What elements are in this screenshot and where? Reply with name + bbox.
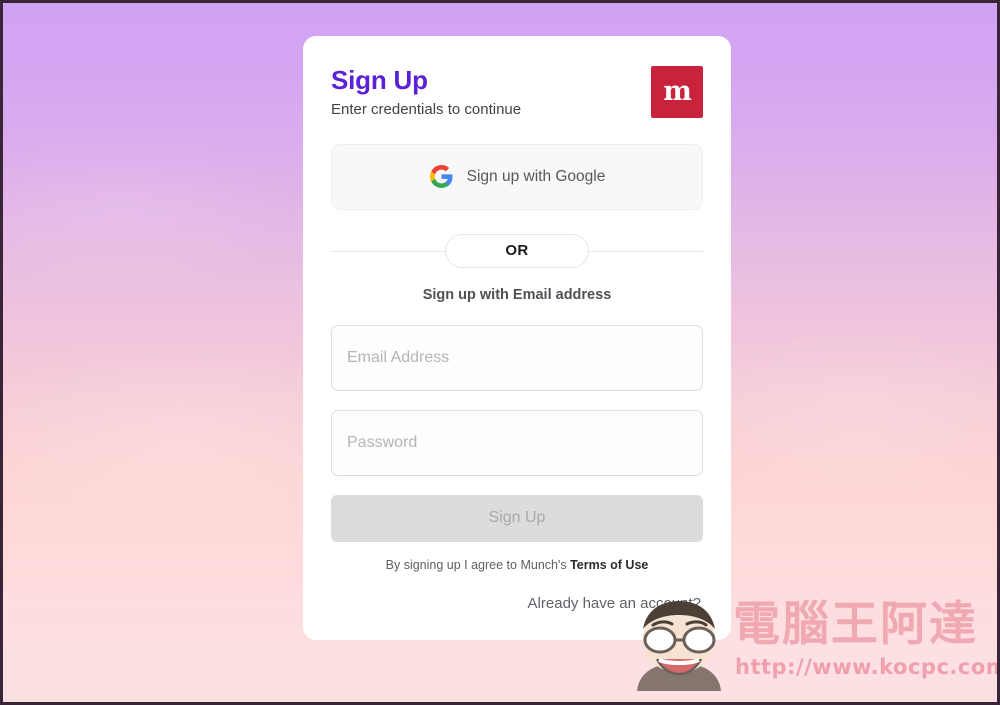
title-block: Sign Up Enter credentials to continue <box>331 64 521 119</box>
screenshot-frame: Sign Up Enter credentials to continue m … <box>0 0 1000 705</box>
google-signup-button[interactable]: Sign up with Google <box>331 143 703 210</box>
page-title: Sign Up <box>331 65 428 95</box>
munch-logo-icon: m <box>651 66 703 118</box>
munch-logo-letter: m <box>663 75 692 107</box>
email-section-label: Sign up with Email address <box>422 286 612 303</box>
or-pill-label: OR <box>445 233 589 268</box>
page-subtitle: Enter credentials to continue <box>331 100 522 118</box>
email-input[interactable] <box>331 324 703 391</box>
terms-of-use-link[interactable]: Terms of Use <box>570 558 648 572</box>
password-input[interactable] <box>331 409 703 476</box>
terms-text: By signing up I agree to Munch's Terms o… <box>331 558 703 572</box>
google-g-icon <box>429 165 453 189</box>
or-divider: OR <box>331 233 703 269</box>
google-signup-label: Sign up with Google <box>466 167 606 185</box>
signup-submit-button[interactable]: Sign Up <box>331 494 703 542</box>
signup-card: Sign Up Enter credentials to continue m … <box>303 36 731 640</box>
already-have-account-link[interactable]: Already have an account? <box>331 595 703 612</box>
card-header: Sign Up Enter credentials to continue m <box>331 36 703 119</box>
terms-prefix: By signing up I agree to Munch's <box>385 557 571 572</box>
